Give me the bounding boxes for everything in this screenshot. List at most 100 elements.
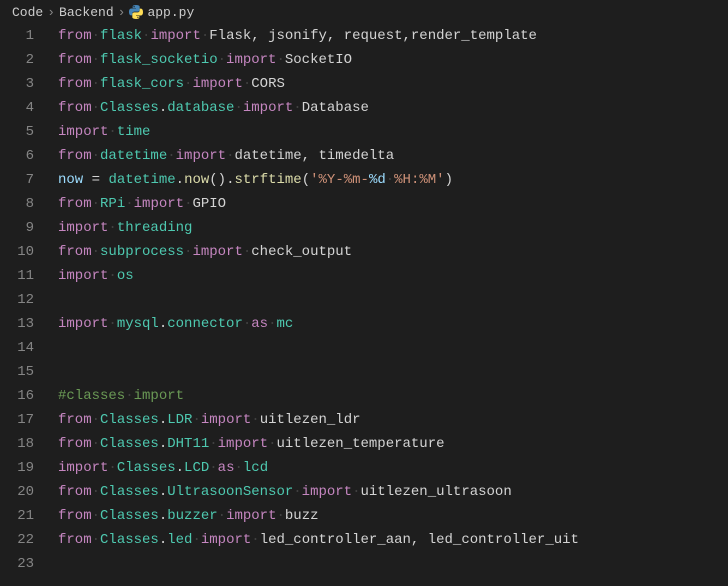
token: import xyxy=(176,148,226,164)
token: datetime xyxy=(108,172,175,188)
token: · xyxy=(92,196,100,212)
token: · xyxy=(293,100,301,116)
code-line[interactable]: from·Classes.buzzer·import·buzz xyxy=(58,504,728,528)
line-number: 23 xyxy=(0,552,34,576)
token: import xyxy=(58,268,108,284)
code-line[interactable]: from·Classes.UltrasoonSensor·import·uitl… xyxy=(58,480,728,504)
token: from xyxy=(58,484,92,500)
line-number: 15 xyxy=(0,360,34,384)
token: mc xyxy=(277,316,294,332)
code-line[interactable]: #classes·import xyxy=(58,384,728,408)
token: Classes xyxy=(100,508,159,524)
token: UltrasoonSensor xyxy=(167,484,293,500)
token: · xyxy=(192,532,200,548)
token: · xyxy=(276,52,284,68)
breadcrumb-item-folder[interactable]: Backend xyxy=(59,5,114,20)
token: Classes xyxy=(117,460,176,476)
code-line[interactable]: from·flask_cors·import·CORS xyxy=(58,72,728,96)
code-line[interactable]: import·os xyxy=(58,264,728,288)
token: · xyxy=(92,484,100,500)
line-number: 10 xyxy=(0,240,34,264)
code-line[interactable]: from·Classes.database·import·Database xyxy=(58,96,728,120)
token: . xyxy=(176,172,184,188)
code-line[interactable]: import·threading xyxy=(58,216,728,240)
token: Classes xyxy=(100,484,159,500)
code-editor[interactable]: 1234567891011121314151617181920212223 fr… xyxy=(0,24,728,586)
token: as xyxy=(251,316,268,332)
line-number: 11 xyxy=(0,264,34,288)
code-line[interactable]: from·Classes.DHT11·import·uitlezen_tempe… xyxy=(58,432,728,456)
code-content[interactable]: from·flask·import·Flask, jsonify, reques… xyxy=(52,24,728,586)
token: from xyxy=(58,508,92,524)
line-number: 4 xyxy=(0,96,34,120)
token: · xyxy=(243,244,251,260)
code-line[interactable]: import·time xyxy=(58,120,728,144)
token: check_output xyxy=(251,244,352,260)
token: database xyxy=(167,100,234,116)
token: import xyxy=(192,76,242,92)
token: threading xyxy=(117,220,193,236)
code-line[interactable]: from·subprocess·import·check_output xyxy=(58,240,728,264)
token: · xyxy=(209,460,217,476)
token: import xyxy=(58,124,108,140)
code-line[interactable] xyxy=(58,336,728,360)
token: LDR xyxy=(167,412,192,428)
token: GPIO xyxy=(192,196,226,212)
token: SocketIO xyxy=(285,52,352,68)
token: import xyxy=(150,28,200,44)
breadcrumb-item-file[interactable]: app.py xyxy=(147,5,194,20)
line-number: 12 xyxy=(0,288,34,312)
token: LCD xyxy=(184,460,209,476)
token: · xyxy=(218,52,226,68)
code-line[interactable]: from·RPi·import·GPIO xyxy=(58,192,728,216)
token: · xyxy=(92,100,100,116)
code-line[interactable] xyxy=(58,360,728,384)
token: from xyxy=(58,532,92,548)
line-number: 20 xyxy=(0,480,34,504)
token: as xyxy=(218,460,235,476)
token: . xyxy=(159,100,167,116)
code-line[interactable]: from·flask·import·Flask, jsonify, reques… xyxy=(58,24,728,48)
token: from xyxy=(58,100,92,116)
token: now xyxy=(58,172,83,188)
token: Database xyxy=(302,100,369,116)
token: · xyxy=(352,484,360,500)
token: connector xyxy=(167,316,243,332)
code-line[interactable]: import·Classes.LCD·as·lcd xyxy=(58,456,728,480)
line-number: 14 xyxy=(0,336,34,360)
token: RPi xyxy=(100,196,125,212)
token: ) xyxy=(445,172,453,188)
token: · xyxy=(209,436,217,452)
token: import xyxy=(134,388,184,404)
token: import xyxy=(302,484,352,500)
code-line[interactable] xyxy=(58,288,728,312)
token: · xyxy=(268,316,276,332)
breadcrumb-item-root[interactable]: Code xyxy=(12,5,43,20)
token: DHT11 xyxy=(167,436,209,452)
token: · xyxy=(167,148,175,164)
token: flask_socketio xyxy=(100,52,218,68)
token: . xyxy=(159,316,167,332)
token: · xyxy=(92,412,100,428)
line-number: 19 xyxy=(0,456,34,480)
token: · xyxy=(386,172,394,188)
token: . xyxy=(159,532,167,548)
token: import xyxy=(226,52,276,68)
code-line[interactable]: now = datetime.now().strftime('%Y-%m-%d·… xyxy=(58,168,728,192)
code-line[interactable]: from·datetime·import·datetime, timedelta xyxy=(58,144,728,168)
line-number: 6 xyxy=(0,144,34,168)
code-line[interactable]: from·Classes.led·import·led_controller_a… xyxy=(58,528,728,552)
token: import xyxy=(134,196,184,212)
line-number-gutter: 1234567891011121314151617181920212223 xyxy=(0,24,52,586)
token: led xyxy=(167,532,192,548)
code-line[interactable]: from·flask_socketio·import·SocketIO xyxy=(58,48,728,72)
token: · xyxy=(92,532,100,548)
token: · xyxy=(108,220,116,236)
code-line[interactable] xyxy=(58,552,728,576)
token: from xyxy=(58,196,92,212)
line-number: 2 xyxy=(0,48,34,72)
token: · xyxy=(92,52,100,68)
token: from xyxy=(58,76,92,92)
code-line[interactable]: from·Classes.LDR·import·uitlezen_ldr xyxy=(58,408,728,432)
code-line[interactable]: import·mysql.connector·as·mc xyxy=(58,312,728,336)
